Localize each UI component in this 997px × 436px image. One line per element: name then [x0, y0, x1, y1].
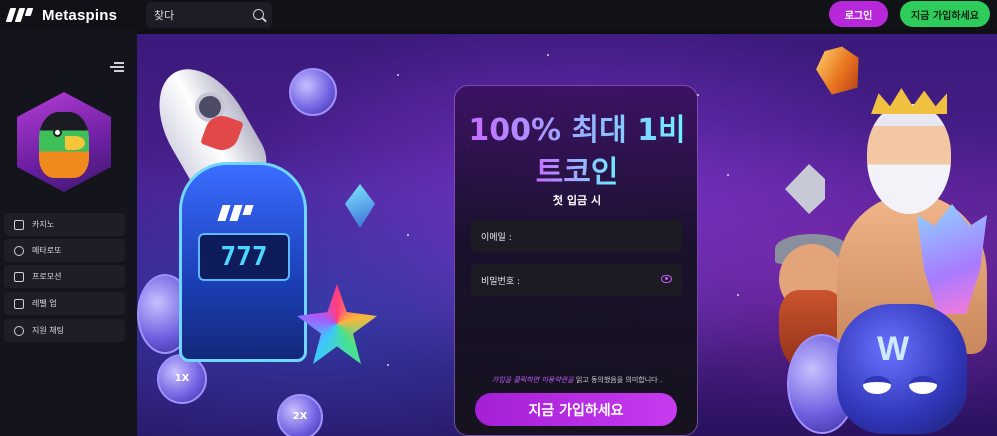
- email-label: 이메일 :: [481, 232, 512, 243]
- level-up-icon: [14, 298, 24, 309]
- w-monster-mascot: W: [837, 304, 967, 434]
- terms-notice: 가입을 클릭하면 이용약관을 읽고 동의했음을 의미합니다 .: [455, 375, 699, 385]
- sidebar-item-level-up[interactable]: 레벨 업: [4, 292, 125, 315]
- collapse-sidebar-icon[interactable]: [110, 62, 124, 72]
- sidebar-item-label: 프로모션: [32, 272, 62, 281]
- sidebar-item-label: 지원 채팅: [32, 326, 64, 335]
- headline-line-2: 트코인: [535, 155, 619, 190]
- slot-logo-icon: [217, 205, 264, 221]
- ethereum-crystal-icon: [345, 184, 375, 228]
- bonus-headline: 100% 최대 1비 트코인: [455, 110, 699, 194]
- slot-machine-illustration: 777: [179, 162, 307, 362]
- signup-form-card: 100% 최대 1비 트코인 첫 입금 시 이메일 : 비밀번호 : 가입을 클…: [454, 85, 698, 436]
- terms-link[interactable]: 가입을 클릭하면 이용약관을: [492, 376, 574, 384]
- bonus-subhead: 첫 입금 시: [552, 194, 602, 207]
- crypto-coin-icon: [289, 68, 337, 116]
- brand-name: Metaspins: [42, 6, 118, 24]
- sidebar: 카지노 메타로또 프로모션 레벨 업 지원 채팅: [0, 30, 137, 436]
- top-bar: Metaspins 찾다 로그인 지금 가입하세요: [0, 0, 997, 30]
- sidebar-item-promotion[interactable]: 프로모션: [4, 265, 125, 288]
- search-icon[interactable]: [253, 9, 264, 20]
- search-input[interactable]: 찾다: [146, 2, 272, 28]
- password-field[interactable]: 비밀번호 :: [471, 264, 682, 296]
- sidebar-item-metalotto[interactable]: 메타로또: [4, 239, 125, 262]
- terms-rest: 읽고 동의했음을 의미합니다 .: [573, 376, 663, 384]
- axe-icon: [785, 164, 825, 214]
- metaspins-logo-icon: [5, 8, 38, 22]
- multiplier-coin-2x: 2X: [277, 394, 323, 436]
- sidebar-item-label: 카지노: [32, 220, 55, 229]
- promotion-icon: [14, 271, 24, 282]
- headset-icon: [14, 325, 24, 336]
- casino-icon: [14, 219, 24, 230]
- slot-reels: 777: [198, 233, 290, 281]
- brand-logo[interactable]: Metaspins: [5, 6, 118, 24]
- sidebar-item-label: 레벨 업: [32, 299, 57, 308]
- mascot-w-letter: W: [877, 330, 910, 368]
- sidebar-item-casino[interactable]: 카지노: [4, 213, 125, 236]
- sidebar-item-support-chat[interactable]: 지원 채팅: [4, 319, 125, 342]
- search-placeholder: 찾다: [154, 9, 175, 22]
- email-field[interactable]: 이메일 :: [471, 220, 682, 252]
- password-label: 비밀번호 :: [481, 276, 521, 287]
- signup-button-header[interactable]: 지금 가입하세요: [900, 1, 990, 27]
- signup-submit-button[interactable]: 지금 가입하세요: [475, 393, 677, 426]
- lottery-icon: [14, 245, 24, 256]
- pirate-parrot-avatar[interactable]: [17, 92, 111, 192]
- login-button[interactable]: 로그인: [829, 1, 888, 27]
- sidebar-item-label: 메타로또: [32, 246, 62, 255]
- headline-line-1: 100% 최대 1비: [468, 113, 686, 148]
- star-gem-illustration: [297, 284, 377, 364]
- show-password-eye-icon[interactable]: [661, 275, 672, 283]
